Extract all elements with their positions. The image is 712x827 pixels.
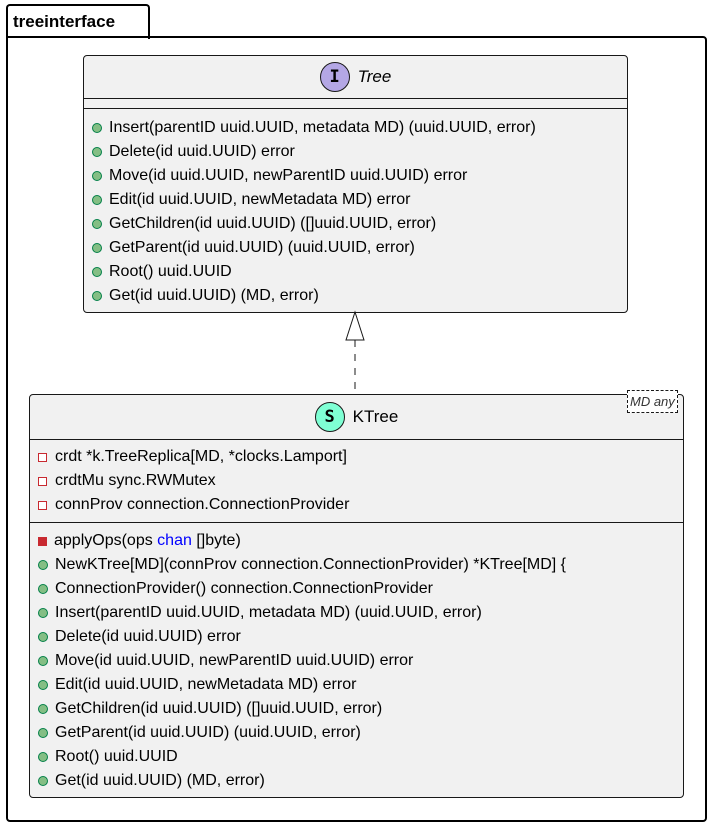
member-text: Move(id uuid.UUID, newParentID uuid.UUID…	[109, 167, 468, 184]
public-visibility-icon	[92, 267, 102, 277]
public-visibility-icon	[92, 291, 102, 301]
member-text: crdtMu sync.RWMutex	[55, 472, 216, 489]
public-visibility-icon	[38, 752, 48, 762]
member-row: Move(id uuid.UUID, newParentID uuid.UUID…	[38, 652, 413, 670]
interface-name: Tree	[357, 67, 392, 86]
member-row: GetParent(id uuid.UUID) (uuid.UUID, erro…	[38, 724, 361, 742]
public-visibility-icon	[92, 243, 102, 253]
member-text: applyOps(ops	[54, 532, 158, 549]
arrow-head	[345, 310, 365, 341]
divider	[30, 522, 683, 523]
member-text: Delete(id uuid.UUID) error	[55, 628, 241, 645]
member-text: ConnectionProvider() connection.Connecti…	[55, 580, 433, 597]
public-visibility-icon	[38, 560, 48, 570]
divider	[30, 439, 683, 440]
member-text: Edit(id uuid.UUID, newMetadata MD) error	[109, 191, 411, 208]
member-row: Delete(id uuid.UUID) error	[38, 628, 241, 646]
realization-arrow	[345, 310, 365, 392]
public-visibility-icon	[92, 147, 102, 157]
member-text: Root() uuid.UUID	[109, 263, 232, 280]
member-row: crdt *k.TreeReplica[MD, *clocks.Lamport]	[38, 448, 347, 466]
public-visibility-icon	[92, 195, 102, 205]
private-method-icon	[38, 536, 47, 546]
public-visibility-icon	[92, 171, 102, 181]
public-visibility-icon	[38, 776, 48, 786]
struct-header: S KTree	[30, 395, 683, 439]
member-text: Get(id uuid.UUID) (MD, error)	[55, 772, 265, 789]
public-visibility-icon	[38, 632, 48, 642]
generic-parameter: MD any	[627, 390, 678, 413]
interface-header: I Tree	[84, 56, 627, 98]
public-visibility-icon	[38, 680, 48, 690]
struct-ktree[interactable]: S KTree crdt *k.TreeReplica[MD, *clocks.…	[29, 394, 684, 798]
package-tab: treeinterface	[6, 4, 150, 39]
private-field-icon	[38, 476, 47, 486]
member-row: GetParent(id uuid.UUID) (uuid.UUID, erro…	[92, 239, 415, 257]
member-text: chan	[157, 532, 192, 549]
member-row: GetChildren(id uuid.UUID) ([]uuid.UUID, …	[38, 700, 382, 718]
member-row: Get(id uuid.UUID) (MD, error)	[92, 287, 319, 305]
interface-badge-icon: I	[319, 62, 350, 92]
private-field-icon	[38, 500, 47, 510]
member-text: connProv connection.ConnectionProvider	[55, 496, 350, 513]
public-visibility-icon	[92, 123, 102, 133]
member-text: []byte)	[191, 532, 241, 549]
public-visibility-icon	[92, 219, 102, 229]
public-visibility-icon	[38, 728, 48, 738]
member-text: Root() uuid.UUID	[55, 748, 178, 765]
divider	[84, 108, 627, 109]
member-row: connProv connection.ConnectionProvider	[38, 496, 349, 514]
member-text: Move(id uuid.UUID, newParentID uuid.UUID…	[55, 652, 414, 669]
package-name: treeinterface	[13, 12, 116, 31]
struct-name: KTree	[352, 407, 399, 426]
member-row: Insert(parentID uuid.UUID, metadata MD) …	[38, 604, 482, 622]
public-visibility-icon	[38, 584, 48, 594]
member-row: applyOps(ops chan []byte)	[38, 532, 241, 550]
member-text: NewKTree[MD](connProv connection.Connect…	[55, 556, 567, 573]
member-row: Edit(id uuid.UUID, newMetadata MD) error	[92, 191, 410, 209]
member-text: Get(id uuid.UUID) (MD, error)	[109, 287, 319, 304]
member-row: Move(id uuid.UUID, newParentID uuid.UUID…	[92, 167, 467, 185]
member-text: GetParent(id uuid.UUID) (uuid.UUID, erro…	[55, 724, 361, 741]
member-text: Insert(parentID uuid.UUID, metadata MD) …	[55, 604, 482, 621]
public-visibility-icon	[38, 656, 48, 666]
member-text: Delete(id uuid.UUID) error	[109, 143, 295, 160]
divider	[84, 98, 627, 99]
member-row: GetChildren(id uuid.UUID) ([]uuid.UUID, …	[92, 215, 436, 233]
member-row: Root() uuid.UUID	[38, 748, 178, 766]
public-visibility-icon	[38, 704, 48, 714]
member-row: ConnectionProvider() connection.Connecti…	[38, 580, 433, 598]
public-visibility-icon	[38, 608, 48, 618]
interface-tree[interactable]: I Tree Insert(parentID uuid.UUID, metada…	[83, 55, 628, 313]
member-text: GetChildren(id uuid.UUID) ([]uuid.UUID, …	[55, 700, 383, 717]
member-text: crdt *k.TreeReplica[MD, *clocks.Lamport]	[55, 448, 347, 465]
member-text: GetChildren(id uuid.UUID) ([]uuid.UUID, …	[109, 215, 437, 232]
member-text: GetParent(id uuid.UUID) (uuid.UUID, erro…	[109, 239, 415, 256]
member-text: Insert(parentID uuid.UUID, metadata MD) …	[109, 119, 536, 136]
member-row: Edit(id uuid.UUID, newMetadata MD) error	[38, 676, 356, 694]
member-row: Delete(id uuid.UUID) error	[92, 143, 295, 161]
member-row: Get(id uuid.UUID) (MD, error)	[38, 772, 265, 790]
member-row: Root() uuid.UUID	[92, 263, 232, 281]
private-field-icon	[38, 452, 47, 462]
struct-badge-icon: S	[314, 402, 345, 432]
member-row: NewKTree[MD](connProv connection.Connect…	[38, 556, 566, 574]
member-text: Edit(id uuid.UUID, newMetadata MD) error	[55, 676, 357, 693]
member-row: Insert(parentID uuid.UUID, metadata MD) …	[92, 119, 536, 137]
member-row: crdtMu sync.RWMutex	[38, 472, 216, 490]
